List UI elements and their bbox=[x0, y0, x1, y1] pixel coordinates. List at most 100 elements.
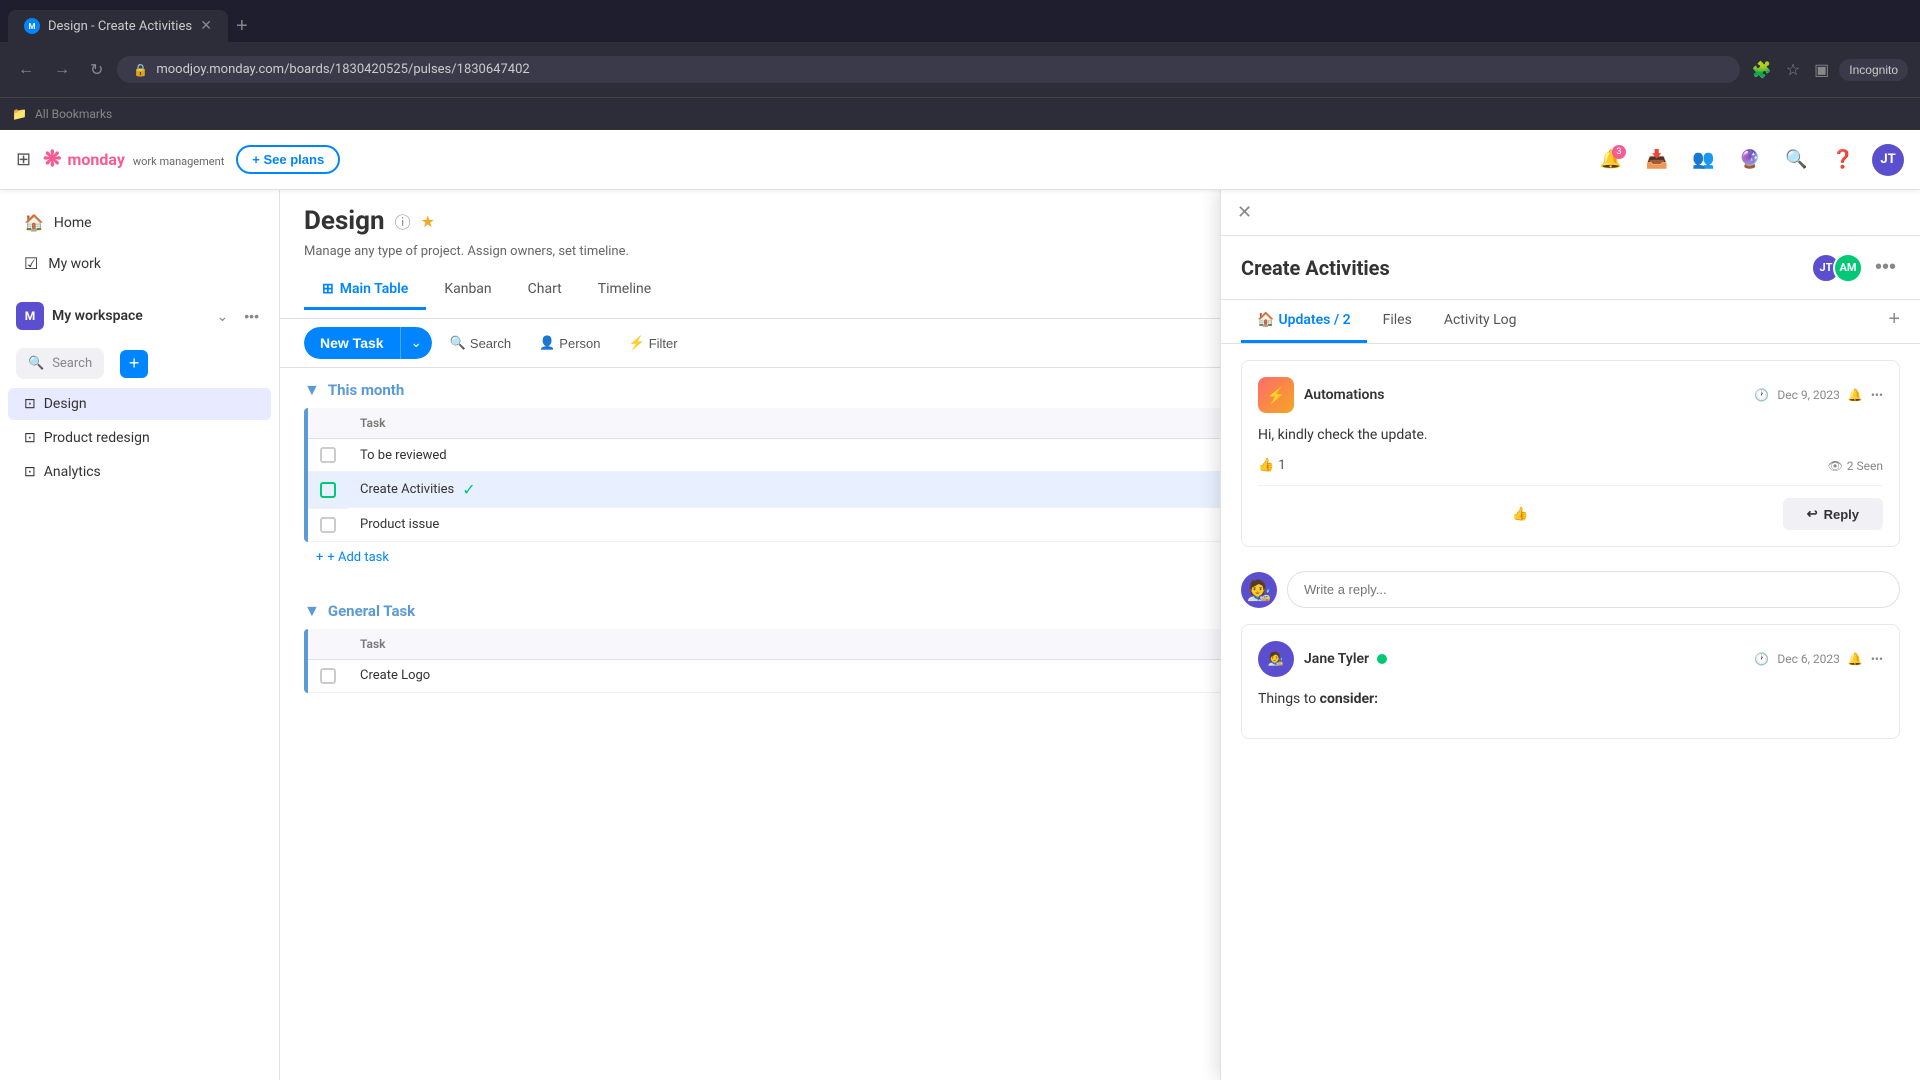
task-checkbox[interactable] bbox=[320, 447, 336, 463]
board-star-icon[interactable]: ★ bbox=[421, 212, 435, 231]
apps-icon[interactable]: 🔮 bbox=[1733, 143, 1767, 176]
panel-tabs: 🏠 Updates / 2 Files Activity Log + bbox=[1221, 300, 1920, 344]
filter-toolbar-btn[interactable]: ⚡ Filter bbox=[619, 329, 688, 357]
update-author-info: Automations bbox=[1304, 387, 1385, 403]
back-btn[interactable]: ← bbox=[12, 57, 40, 83]
section-chevron-this-month[interactable]: ▼ bbox=[304, 380, 320, 400]
update-footer: 👍 1 👁 2 Seen bbox=[1258, 458, 1883, 473]
lock-icon: 🔒 bbox=[133, 63, 148, 77]
thumb-action-btn[interactable]: 👍 bbox=[1258, 498, 1783, 530]
update-author-name: Automations bbox=[1304, 387, 1385, 403]
extensions-icon[interactable]: 🧩 bbox=[1748, 56, 1776, 83]
workspace-header[interactable]: M My workspace ⌄ ••• bbox=[0, 292, 279, 340]
more-icon[interactable]: ••• bbox=[1871, 388, 1883, 402]
tab-chart[interactable]: Chart bbox=[510, 271, 580, 310]
task-complete-icon: ✓ bbox=[462, 480, 475, 499]
update-meta: 🕐 Dec 9, 2023 🔔 ••• bbox=[1754, 388, 1883, 402]
online-indicator bbox=[1377, 654, 1387, 664]
logo-text: monday work management bbox=[68, 150, 225, 169]
jane-name: Jane Tyler bbox=[1304, 651, 1369, 667]
task-checkbox-product[interactable] bbox=[320, 517, 336, 533]
automations-logo: ⚡ bbox=[1258, 377, 1294, 413]
jane-avatar: 🧑‍🎨 bbox=[1258, 641, 1294, 677]
workspace-more-btn[interactable]: ••• bbox=[240, 306, 263, 326]
reply-input[interactable] bbox=[1287, 571, 1900, 608]
more-icon-jane[interactable]: ••• bbox=[1871, 652, 1883, 666]
panel-tab-files[interactable]: Files bbox=[1367, 300, 1428, 343]
tab-close-btn[interactable]: ✕ bbox=[200, 18, 212, 34]
reaction-count[interactable]: 👍 1 bbox=[1258, 458, 1286, 473]
section-title-general: General Task bbox=[328, 602, 415, 620]
person-toolbar-btn[interactable]: 👤 Person bbox=[529, 329, 610, 357]
panel-tab-updates-label: 🏠 Updates / 2 bbox=[1257, 312, 1351, 328]
inbox-icon[interactable]: 📥 bbox=[1640, 143, 1674, 176]
sidebar-item-home[interactable]: 🏠 Home bbox=[8, 203, 271, 242]
tab-timeline[interactable]: Timeline bbox=[580, 271, 669, 310]
task-checkbox-create[interactable] bbox=[320, 482, 336, 498]
task-checkbox-logo[interactable] bbox=[320, 668, 336, 684]
reply-btn[interactable]: ↩ Reply bbox=[1783, 498, 1883, 530]
tab-main-table[interactable]: ⊞ Main Table bbox=[304, 271, 426, 310]
sidebar-add-btn[interactable]: + bbox=[120, 350, 148, 378]
grid-icon[interactable]: ⊞ bbox=[16, 149, 31, 170]
new-task-dropdown-btn[interactable]: ⌄ bbox=[400, 327, 432, 359]
jane-info: Jane Tyler bbox=[1304, 651, 1387, 667]
bell-icon-jane[interactable]: 🔔 bbox=[1848, 652, 1863, 666]
sidebar-icon[interactable]: ▣ bbox=[1810, 56, 1833, 83]
notifications-icon[interactable]: 🔔 3 bbox=[1593, 143, 1627, 176]
update-card-jane: 🧑‍🎨 Jane Tyler 🕐 Dec 6, 2023 🔔 bbox=[1241, 624, 1900, 739]
new-tab-btn[interactable]: + bbox=[228, 11, 256, 42]
help-icon[interactable]: ❓ bbox=[1826, 143, 1860, 176]
tab-favicon: M bbox=[24, 18, 40, 34]
eye-icon: 👁 bbox=[1828, 459, 1843, 473]
tab-kanban[interactable]: Kanban bbox=[426, 271, 509, 310]
side-panel: ✕ Create Activities JT AM ••• 🏠 Updates … bbox=[1220, 190, 1920, 1080]
sidebar-item-product-redesign[interactable]: ⊡ Product redesign bbox=[8, 422, 271, 454]
jane-update-meta: 🕐 Dec 6, 2023 🔔 ••• bbox=[1754, 652, 1883, 666]
sidebar-item-my-work[interactable]: ☑ My work bbox=[8, 244, 271, 283]
seen-count: 👁 2 Seen bbox=[1828, 459, 1883, 473]
user-avatar[interactable]: JT bbox=[1872, 144, 1904, 176]
thumb-emoji: 👍 bbox=[1512, 506, 1528, 522]
panel-tab-activity-log[interactable]: Activity Log bbox=[1428, 300, 1533, 343]
update-date: Dec 9, 2023 bbox=[1777, 388, 1840, 402]
home-icon: 🏠 bbox=[24, 213, 44, 232]
sidebar-search[interactable]: 🔍 Search bbox=[16, 348, 104, 379]
sidebar-search-icon: 🔍 bbox=[28, 356, 44, 371]
see-plans-btn[interactable]: + See plans bbox=[236, 145, 340, 174]
active-tab[interactable]: M Design - Create Activities ✕ bbox=[8, 10, 228, 42]
board-icon-analytics: ⊡ bbox=[24, 464, 36, 480]
star-icon[interactable]: ☆ bbox=[1782, 56, 1804, 83]
workspace-expand-btn[interactable]: ⌄ bbox=[213, 306, 233, 327]
refresh-btn[interactable]: ↻ bbox=[84, 56, 109, 84]
section-chevron-general[interactable]: ▼ bbox=[304, 601, 320, 621]
forward-btn[interactable]: → bbox=[48, 57, 76, 83]
panel-more-btn[interactable]: ••• bbox=[1871, 252, 1900, 283]
section-title-this-month: This month bbox=[328, 381, 404, 399]
sidebar-search-row: 🔍 Search + bbox=[0, 340, 279, 387]
panel-tab-add-btn[interactable]: + bbox=[1888, 308, 1900, 331]
search-toolbar-btn[interactable]: 🔍 Search bbox=[440, 329, 521, 357]
new-task-btn[interactable]: New Task bbox=[304, 327, 400, 359]
panel-close-btn[interactable]: ✕ bbox=[1237, 202, 1252, 223]
incognito-btn[interactable]: Incognito bbox=[1839, 59, 1908, 81]
update-actions: 👍 ↩ Reply bbox=[1258, 485, 1883, 530]
add-task-icon: + bbox=[316, 550, 323, 565]
url-text: moodjoy.monday.com/boards/1830420525/pul… bbox=[156, 62, 529, 77]
sidebar-item-analytics[interactable]: ⊡ Analytics bbox=[8, 456, 271, 488]
main-table-icon: ⊞ bbox=[322, 281, 334, 297]
board-info-icon[interactable]: ⓘ bbox=[395, 209, 411, 233]
panel-title: Create Activities bbox=[1241, 256, 1390, 280]
search-icon[interactable]: 🔍 bbox=[1779, 143, 1813, 176]
bell-icon[interactable]: 🔔 bbox=[1848, 388, 1863, 402]
clock-icon: 🕐 bbox=[1754, 388, 1769, 402]
address-bar[interactable]: 🔒 moodjoy.monday.com/boards/1830420525/p… bbox=[117, 56, 1740, 83]
sidebar-item-design[interactable]: ⊡ Design bbox=[8, 388, 271, 420]
app-logo: ❋ monday work management bbox=[43, 147, 224, 172]
bookmarks-label: All Bookmarks bbox=[35, 107, 112, 121]
workspace-label: My workspace bbox=[52, 308, 205, 324]
filter-toolbar-icon: ⚡ bbox=[629, 335, 645, 351]
people-icon[interactable]: 👥 bbox=[1686, 143, 1720, 176]
board-icon-design: ⊡ bbox=[24, 396, 36, 412]
panel-tab-updates[interactable]: 🏠 Updates / 2 bbox=[1241, 300, 1367, 343]
